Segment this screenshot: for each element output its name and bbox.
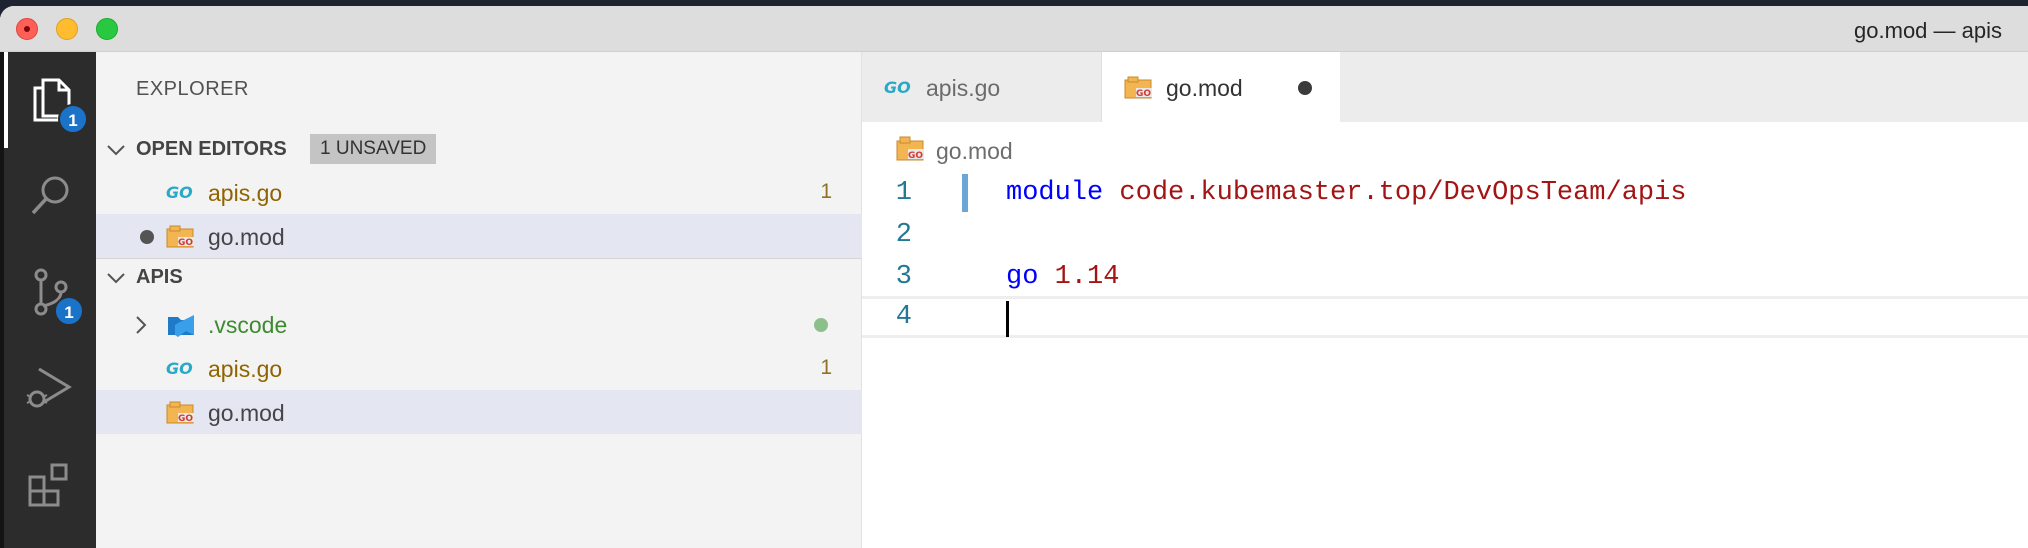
code-line[interactable]: 1 module code.kubemaster.top/DevOpsTeam/…	[862, 172, 2028, 214]
explorer-badge: 1	[58, 104, 88, 134]
open-editors-header[interactable]: OPEN EDITORS 1 UNSAVED	[96, 130, 862, 168]
git-modified-gutter-mark	[962, 174, 968, 212]
open-editors-label: OPEN EDITORS	[136, 137, 287, 160]
code-line-current[interactable]: 4	[862, 296, 2028, 338]
code-version: 1.14	[1054, 262, 1120, 292]
line-number: 4	[895, 302, 912, 332]
svg-text:GO: GO	[178, 238, 193, 248]
svg-text:GO: GO	[178, 414, 193, 424]
editor-area: GO apis.go GO go.mod GO go.mod 1 module …	[862, 52, 2028, 548]
go-mod-file-icon: GO	[166, 225, 194, 248]
tab-apis-go[interactable]: GO apis.go	[862, 52, 1102, 122]
text-cursor	[1006, 301, 1009, 337]
tree-item-name: apis.go	[208, 356, 283, 382]
unsaved-badge: 1 UNSAVED	[310, 134, 437, 164]
open-editor-name: apis.go	[208, 180, 283, 206]
chevron-right-icon	[136, 316, 147, 334]
unsaved-dot-icon[interactable]	[1298, 81, 1312, 95]
vscode-window: go.mod — apis 1 1 EXPLORER OPEN EDITORS …	[0, 6, 2028, 548]
go-file-icon: GO	[884, 78, 911, 97]
tree-item-apis-go[interactable]: GO apis.go 1	[96, 346, 862, 390]
unsaved-dot-icon	[140, 230, 154, 244]
go-mod-file-icon: GO	[1124, 76, 1152, 99]
git-status-dot-icon	[814, 318, 828, 332]
activity-search[interactable]	[4, 148, 96, 244]
tab-bar: GO apis.go GO go.mod	[862, 52, 2028, 122]
close-window-button[interactable]	[16, 18, 38, 40]
breadcrumb-file: go.mod	[936, 138, 1013, 164]
chevron-down-icon	[107, 273, 125, 284]
line-number: 2	[895, 220, 912, 250]
code-text: module code.kubemaster.top/DevOpsTeam/ap…	[1006, 178, 1687, 208]
code-line[interactable]: 2	[862, 214, 2028, 256]
svg-text:GO: GO	[1136, 89, 1151, 99]
code-module-path: code.kubemaster.top/DevOpsTeam/apis	[1119, 178, 1687, 208]
explorer-sidebar: EXPLORER OPEN EDITORS 1 UNSAVED GO apis.…	[96, 52, 862, 548]
activity-run-debug[interactable]	[4, 340, 96, 436]
maximize-window-button[interactable]	[96, 18, 118, 40]
code-keyword: module	[1006, 178, 1104, 208]
problem-count: 1	[820, 180, 832, 203]
extensions-icon	[28, 463, 68, 507]
activity-source-control[interactable]: 1	[4, 244, 96, 340]
tree-item-name: go.mod	[208, 400, 285, 426]
go-mod-file-icon: GO	[896, 136, 924, 161]
run-debug-icon	[26, 367, 72, 408]
tree-item-name: .vscode	[208, 312, 288, 338]
open-editor-name: go.mod	[208, 224, 285, 250]
window-title: go.mod — apis	[1854, 18, 2002, 43]
open-editor-item-apis-go[interactable]: GO apis.go 1	[96, 170, 862, 214]
tab-label: go.mod	[1166, 75, 1243, 101]
minimize-window-button[interactable]	[56, 18, 78, 40]
activity-bar: 1 1	[0, 52, 96, 548]
line-number: 1	[895, 178, 912, 208]
code-line[interactable]: 3 go 1.14	[862, 256, 2028, 298]
svg-text:GO: GO	[166, 183, 193, 202]
code-keyword: go	[1006, 262, 1039, 292]
search-icon	[31, 176, 69, 215]
svg-text:GO: GO	[166, 359, 193, 378]
chevron-down-icon	[107, 145, 125, 156]
open-editor-item-go-mod[interactable]: GO go.mod	[96, 214, 862, 258]
tab-go-mod[interactable]: GO go.mod	[1102, 52, 1340, 122]
title-bar: go.mod — apis	[0, 6, 2028, 52]
problem-count: 1	[820, 356, 832, 379]
activity-explorer[interactable]: 1	[4, 52, 96, 148]
go-mod-file-icon: GO	[166, 401, 194, 424]
source-control-badge: 1	[54, 296, 84, 326]
explorer-title: EXPLORER	[136, 78, 249, 100]
apis-folder-header[interactable]: APIS	[96, 258, 862, 296]
svg-text:GO: GO	[908, 151, 923, 161]
activity-extensions[interactable]	[4, 436, 96, 532]
vscode-folder-icon	[168, 315, 194, 337]
code-text: go 1.14	[1006, 262, 1119, 292]
tab-label: apis.go	[926, 75, 1001, 101]
tree-item-go-mod[interactable]: GO go.mod	[96, 390, 862, 434]
line-number: 3	[895, 262, 912, 292]
apis-folder-label: APIS	[136, 265, 183, 288]
svg-text:GO: GO	[884, 78, 911, 97]
go-file-icon: GO	[166, 359, 193, 378]
go-file-icon: GO	[166, 183, 193, 202]
tree-item-vscode-folder[interactable]: .vscode	[96, 302, 862, 346]
